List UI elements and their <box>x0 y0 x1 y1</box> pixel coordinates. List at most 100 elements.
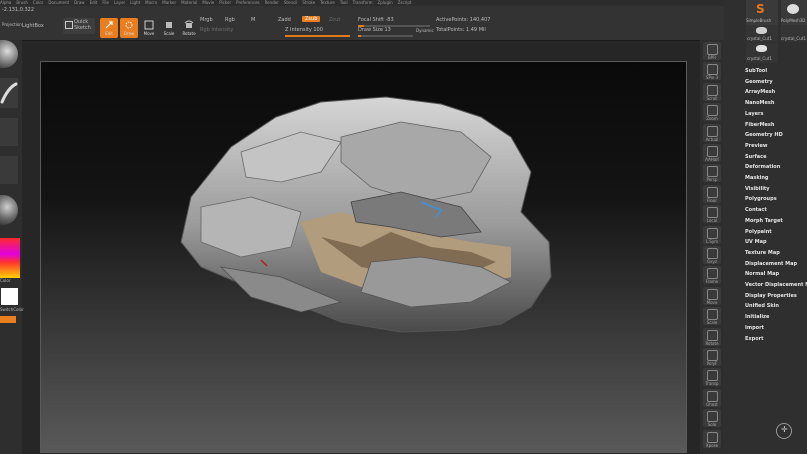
tray-menu-arraymesh[interactable]: ArrayMesh <box>745 89 775 95</box>
menu-item[interactable]: Layer <box>114 0 125 5</box>
tray-menu-export[interactable]: Export <box>745 336 764 342</box>
tray-menu-visibility[interactable]: Visibility <box>745 186 770 192</box>
tray-menu-geometry[interactable]: Geometry <box>745 79 773 85</box>
rotate-button[interactable]: Rotate <box>703 327 721 346</box>
menu-item[interactable]: Render <box>265 0 279 5</box>
xpose-button[interactable]: Xpose <box>703 429 721 448</box>
spix-button[interactable]: SPix 3 <box>703 62 721 81</box>
draw-size-slider[interactable]: Draw Size 13 <box>358 27 391 33</box>
menu-item[interactable]: Texture <box>320 0 335 5</box>
mrgb-button[interactable]: Mrgb <box>200 17 213 23</box>
menu-item[interactable]: Preferences <box>236 0 260 5</box>
tray-menu-polygroups[interactable]: Polygroups <box>745 196 777 202</box>
tray-menu-polypaint[interactable]: Polypaint <box>745 229 772 235</box>
tray-menu-fibermesh[interactable]: FiberMesh <box>745 122 774 128</box>
menu-item[interactable]: Draw <box>74 0 84 5</box>
color-picker[interactable] <box>0 238 20 278</box>
tray-menu-contact[interactable]: Contact <box>745 207 767 213</box>
zsub-button[interactable]: Zsub <box>302 16 321 22</box>
scale-mode-button[interactable]: Scale <box>160 18 178 38</box>
rotate-mode-button[interactable]: Rotate <box>180 18 198 38</box>
scroll-button[interactable]: Scroll <box>703 82 721 101</box>
aahalf-button[interactable]: AAHalf <box>703 144 721 162</box>
local-button[interactable]: Local <box>703 205 721 224</box>
zadd-button[interactable]: Zadd <box>278 17 291 23</box>
move-button[interactable]: Move <box>703 286 721 305</box>
tray-menu-texture-map[interactable]: Texture Map <box>745 250 780 256</box>
menu-item[interactable]: Tool <box>340 0 348 5</box>
alpha-thumbnail[interactable] <box>0 118 18 146</box>
tray-menu-nanomesh[interactable]: NanoMesh <box>745 100 774 106</box>
tray-menu-masking[interactable]: Masking <box>745 175 769 181</box>
tray-menu-unified-skin[interactable]: Unified Skin <box>745 303 779 309</box>
tool-thumb-simplebrush[interactable]: S SimpleBrush <box>746 0 778 25</box>
draw-button[interactable]: Draw <box>120 18 138 38</box>
navigation-gizmo[interactable]: ✛ <box>776 423 792 439</box>
tray-menu-deformation[interactable]: Deformation <box>745 164 780 170</box>
menu-item[interactable]: File <box>102 0 109 5</box>
floor-button[interactable]: Floor <box>703 184 721 203</box>
tray-menu-uv-map[interactable]: UV Map <box>745 239 767 245</box>
material-thumbnail[interactable] <box>0 195 18 225</box>
tray-menu-subtool[interactable]: SubTool <box>745 68 767 74</box>
lightbox-button[interactable]: LightBox <box>22 23 44 29</box>
move-mode-button[interactable]: Move <box>140 18 158 38</box>
polyf-button[interactable]: PolyF <box>703 348 721 366</box>
tray-menu-display-properties[interactable]: Display Properties <box>745 293 797 299</box>
bpr-button[interactable]: BPR <box>703 42 721 60</box>
z-intensity-track[interactable] <box>285 35 350 37</box>
rgb-button[interactable]: Rgb <box>225 17 235 23</box>
menu-item[interactable]: Transform <box>353 0 373 5</box>
focal-shift-slider[interactable]: Focal Shift -83 <box>358 17 394 23</box>
menu-item[interactable]: Stroke <box>302 0 315 5</box>
actual-button[interactable]: Actual <box>703 123 721 142</box>
tool-thumb-crystal-2[interactable]: crystal_Cut1 <box>781 25 807 42</box>
zoom-button[interactable]: Zoom <box>703 103 721 122</box>
menu-item[interactable]: Movie <box>202 0 214 5</box>
menu-item[interactable]: Macro <box>145 0 157 5</box>
tray-menu-normal-map[interactable]: Normal Map <box>745 271 779 277</box>
secondary-color-swatch[interactable] <box>0 316 16 323</box>
tray-menu-morph-target[interactable]: Morph Target <box>745 218 783 224</box>
brush-thumbnail[interactable] <box>0 40 18 68</box>
main-color-swatch[interactable] <box>1 288 18 305</box>
menu-item[interactable]: Zscript <box>398 0 412 5</box>
dynamic-button[interactable]: Dynamic <box>416 28 434 33</box>
tray-menu-import[interactable]: Import <box>745 325 764 331</box>
document-canvas[interactable] <box>40 61 687 453</box>
texture-thumbnail[interactable] <box>0 156 18 184</box>
menu-item[interactable]: Document <box>48 0 69 5</box>
scale-button[interactable]: Scale <box>703 307 721 326</box>
z-intensity-slider[interactable]: Z Intensity 100 <box>285 27 323 33</box>
draw-size-track[interactable] <box>358 35 413 37</box>
menu-item[interactable]: Edit <box>90 0 98 5</box>
xyz-button[interactable]: Gxyz <box>703 246 721 264</box>
ghost-button[interactable]: Ghost <box>703 388 721 407</box>
tray-menu-surface[interactable]: Surface <box>745 154 767 160</box>
transp-button[interactable]: Transp <box>703 368 721 387</box>
tray-menu-layers[interactable]: Layers <box>745 111 764 117</box>
tray-menu-vector-displacement-map[interactable]: Vector Displacement Map <box>745 282 807 288</box>
menu-item[interactable]: Brush <box>16 0 28 5</box>
tool-thumb-crystal-1[interactable]: crystal_Cut1 <box>746 25 778 42</box>
menu-item[interactable]: Zplugin <box>378 0 393 5</box>
menu-item[interactable]: Material <box>181 0 197 5</box>
edit-button[interactable]: Edit <box>100 18 118 38</box>
projection-button[interactable]: Projection <box>2 22 22 27</box>
tray-menu-preview[interactable]: Preview <box>745 143 768 149</box>
rgb-intensity-slider[interactable]: Rgb Intensity <box>200 27 233 33</box>
solo-button[interactable]: Solo <box>703 409 721 428</box>
menu-item[interactable]: Stencil <box>284 0 298 5</box>
tray-menu-displacement-map[interactable]: Displacement Map <box>745 261 797 267</box>
stroke-thumbnail[interactable] <box>0 78 18 108</box>
frame-button[interactable]: Frame <box>703 266 721 285</box>
menu-item[interactable]: Marker <box>162 0 176 5</box>
menu-item[interactable]: Light <box>130 0 140 5</box>
tool-thumb-crystal-3[interactable]: crystal_Cut1 <box>746 43 778 63</box>
quicksketch-button[interactable]: Quick Sketch <box>63 18 95 34</box>
persp-button[interactable]: Persp <box>703 164 721 183</box>
rock-sculpt-model[interactable] <box>41 62 686 452</box>
zcut-button[interactable]: Zcut <box>329 17 340 23</box>
menu-item[interactable]: Alpha <box>0 0 11 5</box>
tray-menu-geometry-hd[interactable]: Geometry HD <box>745 132 783 138</box>
